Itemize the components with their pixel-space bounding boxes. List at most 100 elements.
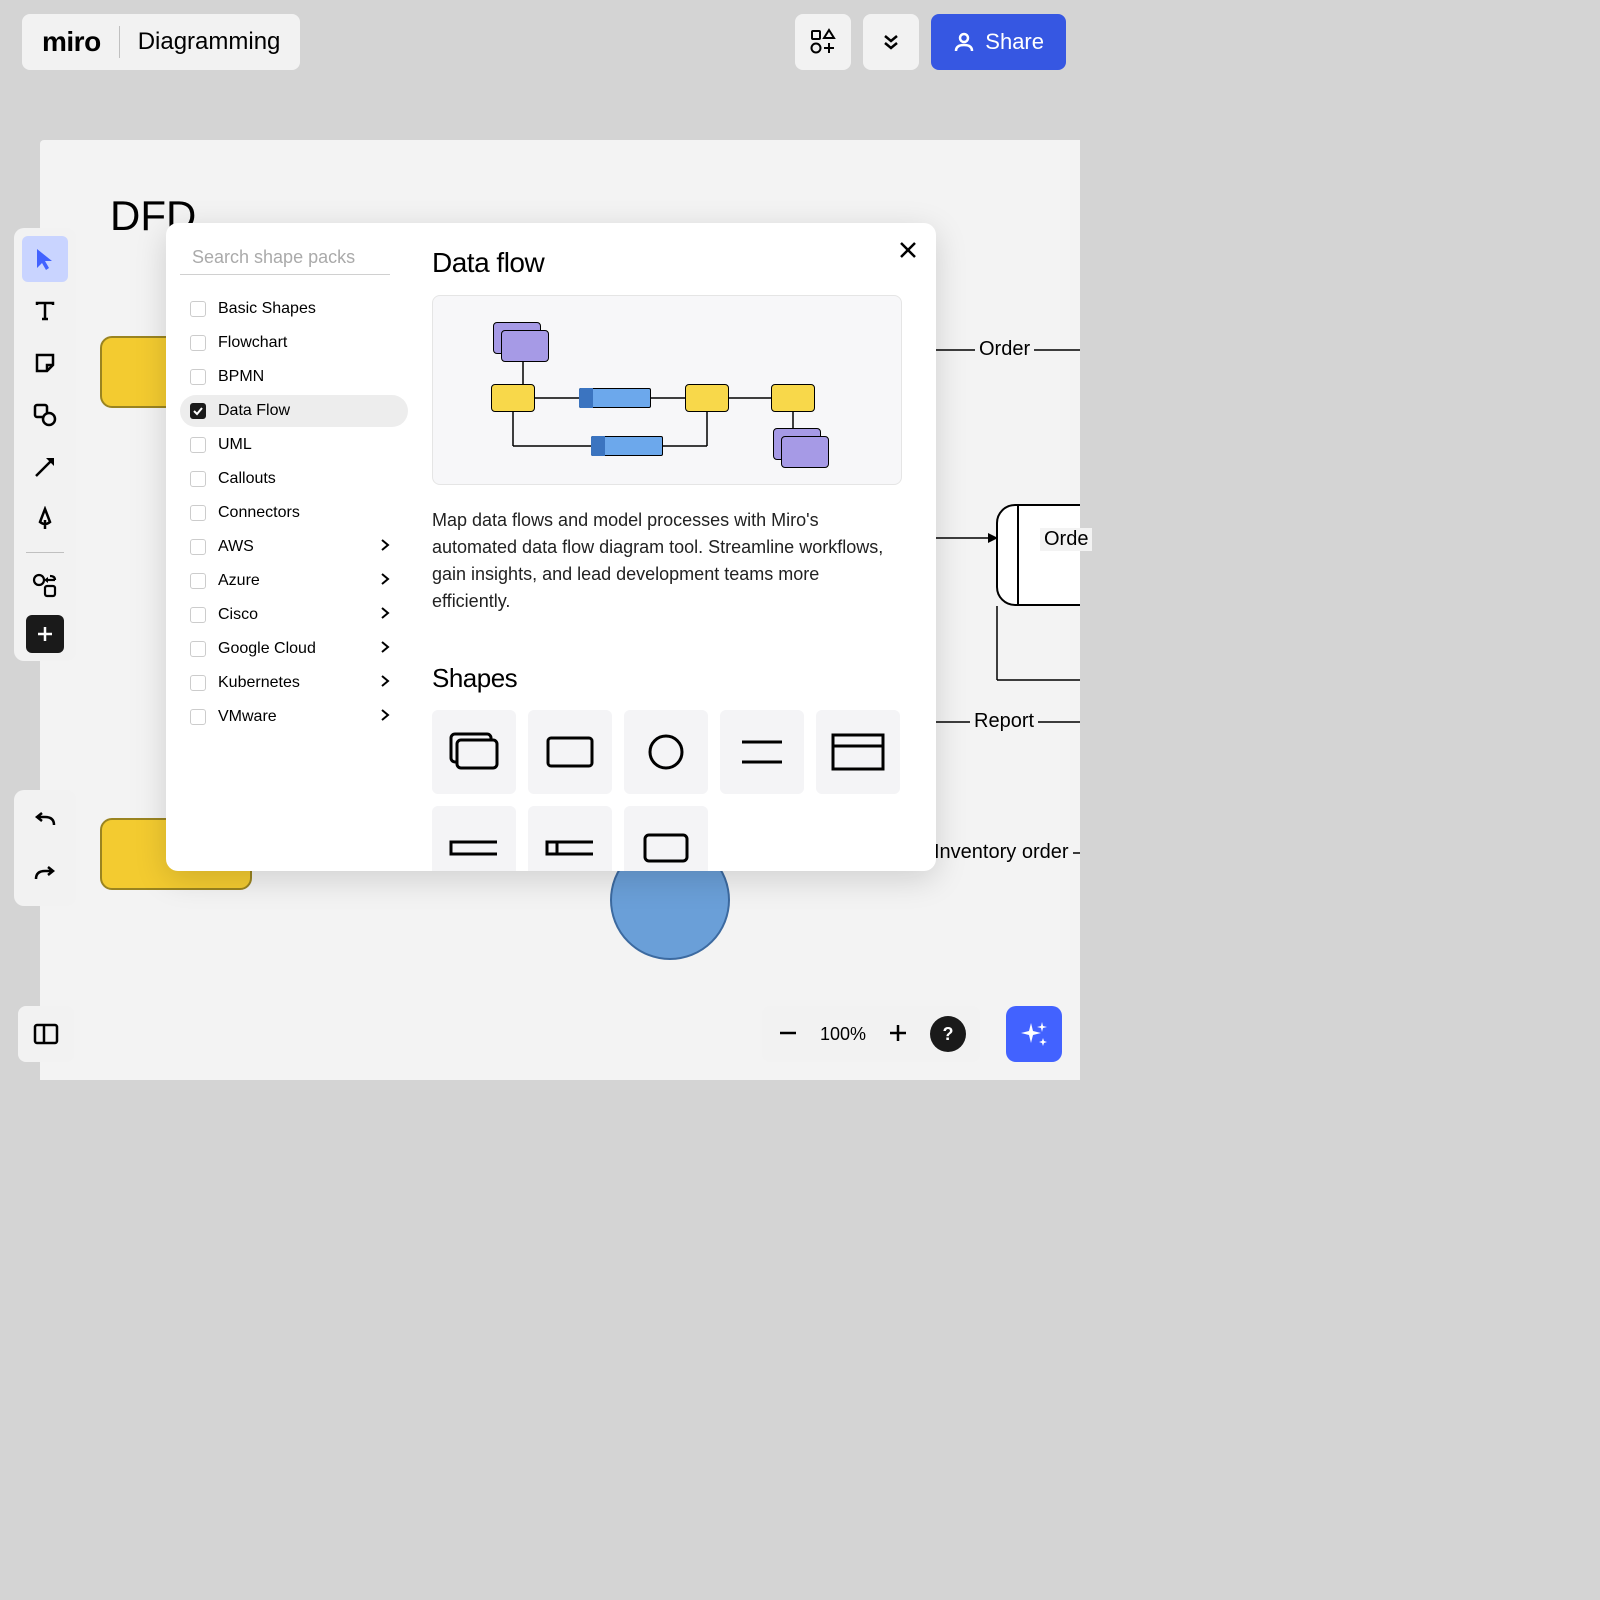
shape-parallel-lines[interactable] [720, 710, 804, 794]
collapse-button[interactable] [863, 14, 919, 70]
pen-tool[interactable] [22, 496, 68, 542]
arrow-tool[interactable] [22, 444, 68, 490]
shape-tab-rectangle[interactable] [528, 806, 612, 871]
pack-item-bpmn[interactable]: BPMN [180, 361, 408, 393]
add-tool[interactable] [26, 615, 64, 653]
shape-packs-modal: Basic Shapes Flowchart BPMN Data Flow UML Cal… [166, 223, 936, 871]
redo-button[interactable] [22, 852, 68, 898]
checkbox[interactable] [190, 437, 206, 453]
shapes-plus-icon [31, 572, 59, 600]
pack-item-connectors[interactable]: Connectors [180, 497, 408, 529]
pack-label: Data Flow [218, 402, 290, 420]
modal-title: Data flow [432, 247, 902, 279]
chevron-right-icon [380, 538, 390, 556]
pack-item-flowchart[interactable]: Flowchart [180, 327, 408, 359]
undo-redo-group [14, 790, 76, 906]
apps-icon [809, 28, 837, 56]
pack-item-google-cloud[interactable]: Google Cloud [180, 633, 408, 665]
pack-item-vmware[interactable]: VMware [180, 701, 408, 733]
text-tool[interactable] [22, 288, 68, 334]
pack-label: AWS [218, 538, 254, 556]
pack-label: VMware [218, 708, 277, 726]
modal-sidebar: Basic Shapes Flowchart BPMN Data Flow UML Cal… [166, 223, 408, 871]
text-icon [32, 298, 58, 324]
pack-label: Basic Shapes [218, 300, 316, 318]
modal-main: Data flow Map [408, 223, 936, 871]
chevron-right-icon [380, 640, 390, 658]
pack-label: Google Cloud [218, 640, 316, 658]
checkbox[interactable] [190, 301, 206, 317]
redo-icon [32, 865, 58, 885]
zoom-in-button[interactable] [886, 1019, 910, 1050]
checkbox[interactable] [190, 709, 206, 725]
board-title[interactable]: Diagramming [138, 28, 281, 56]
shape-rounded-rect[interactable] [624, 806, 708, 871]
checkbox[interactable] [190, 641, 206, 657]
checkbox[interactable] [190, 539, 206, 555]
shape-open-rectangle[interactable] [432, 806, 516, 871]
undo-button[interactable] [22, 798, 68, 844]
pack-item-uml[interactable]: UML [180, 429, 408, 461]
ai-button[interactable] [1006, 1006, 1062, 1062]
shape-tool[interactable] [22, 392, 68, 438]
sparkle-icon [1019, 1019, 1049, 1049]
shape-circle[interactable] [624, 710, 708, 794]
share-button[interactable]: Share [931, 14, 1066, 70]
logo: miro [42, 26, 101, 58]
top-header: miro Diagramming Share [22, 14, 1066, 70]
pen-icon [32, 506, 58, 532]
arrow-icon [32, 454, 58, 480]
sticky-tool[interactable] [22, 340, 68, 386]
more-shapes-tool[interactable] [22, 563, 68, 609]
panel-toggle-button[interactable] [18, 1006, 74, 1062]
select-tool[interactable] [22, 236, 68, 282]
pack-item-aws[interactable]: AWS [180, 531, 408, 563]
chevron-right-icon [380, 708, 390, 726]
sticky-icon [32, 350, 58, 376]
chevron-right-icon [380, 674, 390, 692]
close-button[interactable] [898, 239, 918, 267]
checkbox[interactable] [190, 607, 206, 623]
shape-icon [32, 402, 58, 428]
shape-multi-document[interactable] [432, 710, 516, 794]
pack-item-kubernetes[interactable]: Kubernetes [180, 667, 408, 699]
zoom-out-button[interactable] [776, 1019, 800, 1050]
pack-label: Flowchart [218, 334, 287, 352]
label-inventory: Inventory order [930, 841, 1073, 864]
cursor-icon [32, 246, 58, 272]
pack-label: Callouts [218, 470, 276, 488]
pack-label: Kubernetes [218, 674, 300, 692]
preview-diagram [432, 295, 902, 485]
share-label: Share [985, 29, 1044, 55]
shape-header-box[interactable] [816, 710, 900, 794]
shapes-title: Shapes [432, 663, 902, 694]
pack-item-callouts[interactable]: Callouts [180, 463, 408, 495]
shapes-grid [432, 710, 902, 871]
checkbox[interactable] [190, 573, 206, 589]
divider [119, 26, 120, 58]
checkbox[interactable] [190, 369, 206, 385]
apps-button[interactable] [795, 14, 851, 70]
shape-rectangle[interactable] [528, 710, 612, 794]
pack-item-cisco[interactable]: Cisco [180, 599, 408, 631]
pack-label: BPMN [218, 368, 264, 386]
pack-label: Azure [218, 572, 260, 590]
zoom-level[interactable]: 100% [820, 1024, 866, 1045]
chevron-double-down-icon [881, 32, 901, 52]
pack-item-data-flow[interactable]: Data Flow [180, 395, 408, 427]
checkbox[interactable] [190, 675, 206, 691]
pack-item-azure[interactable]: Azure [180, 565, 408, 597]
checkbox[interactable] [190, 403, 206, 419]
checkbox[interactable] [190, 471, 206, 487]
checkbox[interactable] [190, 505, 206, 521]
left-toolbar [14, 228, 76, 661]
pack-label: UML [218, 436, 252, 454]
checkbox[interactable] [190, 335, 206, 351]
minus-icon [778, 1023, 798, 1043]
search-input[interactable] [192, 247, 424, 268]
pack-label: Cisco [218, 606, 258, 624]
chevron-right-icon [380, 606, 390, 624]
pack-item-basic-shapes[interactable]: Basic Shapes [180, 293, 408, 325]
label-report: Report [970, 710, 1038, 733]
help-button[interactable]: ? [930, 1016, 966, 1052]
